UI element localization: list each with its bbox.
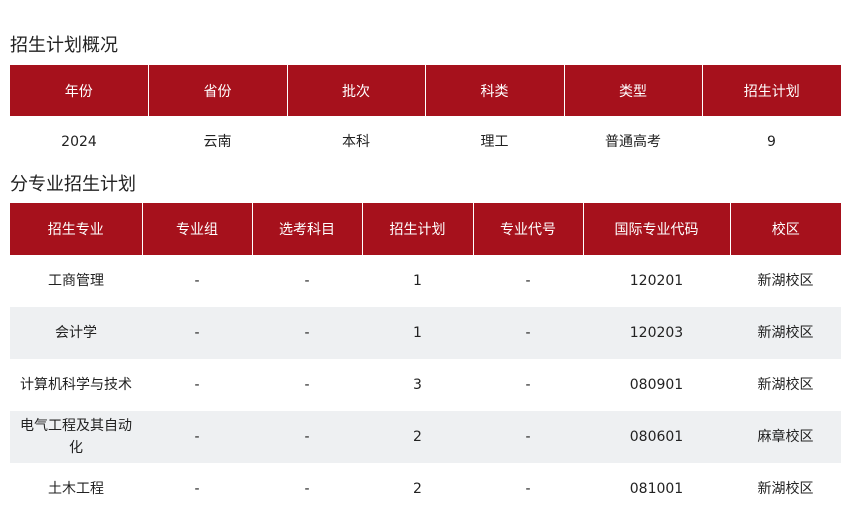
cell-intl-code: 080601: [583, 411, 730, 463]
table-row: 2024 云南 本科 理工 普通高考 9: [10, 116, 841, 167]
cell-plan: 1: [413, 273, 422, 289]
cell-campus: 麻章校区: [730, 411, 841, 463]
header-type: 类型: [564, 65, 703, 116]
cell-campus: 新湖校区: [757, 273, 814, 289]
cell-major-code: -: [525, 273, 531, 289]
cell-subjects: -: [252, 307, 362, 359]
cell-subjects: -: [304, 481, 310, 497]
cell-intl-code: 080901: [629, 377, 684, 393]
cell-category: 理工: [480, 133, 509, 150]
cell-major: 会计学: [10, 307, 142, 359]
header-category: 科类: [425, 65, 565, 116]
cell-major-code: -: [525, 481, 531, 497]
cell-major-code: -: [473, 307, 583, 359]
header-major-group: 专业组: [142, 203, 253, 255]
cell-intl-code: 120203: [583, 307, 730, 359]
cell-major: 土木工程: [48, 481, 104, 497]
majors-table: 招生专业 专业组 选考科目 招生计划 专业代号 国际专业代码 校区 工商管理 -…: [10, 203, 841, 514]
header-plan: 招生计划: [362, 203, 474, 255]
cell-major: 工商管理: [48, 273, 104, 289]
cell-batch: 本科: [342, 133, 370, 150]
table-row: 会计学 - - 1 - 120203 新湖校区: [10, 307, 841, 359]
header-subjects: 选考科目: [252, 203, 363, 255]
cell-campus: 新湖校区: [730, 307, 841, 359]
header-major-code: 专业代号: [473, 203, 584, 255]
cell-major-group: -: [194, 273, 200, 289]
cell-intl-code: 120201: [629, 273, 684, 289]
cell-plan: 9: [767, 133, 776, 150]
cell-type: 普通高考: [605, 133, 661, 150]
cell-subjects: -: [252, 411, 362, 463]
table-row: 计算机科学与技术 - - 3 - 080901 新湖校区: [10, 359, 841, 411]
cell-campus: 新湖校区: [757, 377, 814, 393]
cell-major-group: -: [142, 411, 252, 463]
table-row: 土木工程 - - 2 - 081001 新湖校区: [10, 463, 841, 514]
cell-province: 云南: [203, 133, 232, 150]
majors-section-title: 分专业招生计划: [10, 174, 136, 195]
table-row: 电气工程及其自动化 - - 2 - 080601 麻章校区: [10, 411, 841, 463]
cell-plan: 3: [413, 377, 422, 393]
overview-header-row: 年份 省份 批次 科类 类型 招生计划: [10, 65, 841, 116]
header-intl-code: 国际专业代码: [583, 203, 731, 255]
cell-major-code: -: [525, 377, 531, 393]
header-major: 招生专业: [10, 203, 143, 255]
overview-table: 年份 省份 批次 科类 类型 招生计划 2024 云南 本科 理工 普通高考 9: [10, 65, 841, 167]
cell-intl-code: 081001: [629, 481, 684, 497]
cell-campus: 新湖校区: [757, 481, 814, 497]
cell-major: 计算机科学与技术: [20, 377, 132, 393]
header-batch: 批次: [287, 65, 426, 116]
cell-major: 电气工程及其自动化: [10, 411, 142, 463]
cell-major-code: -: [473, 411, 583, 463]
header-year: 年份: [10, 65, 149, 116]
cell-subjects: -: [304, 273, 310, 289]
cell-major-group: -: [194, 481, 200, 497]
cell-year: 2024: [61, 133, 97, 150]
cell-plan: 2: [362, 411, 473, 463]
header-plan: 招生计划: [702, 65, 841, 116]
cell-major-group: -: [194, 377, 200, 393]
table-row: 工商管理 - - 1 - 120201 新湖校区: [10, 255, 841, 307]
overview-section-title: 招生计划概况: [10, 35, 118, 56]
header-campus: 校区: [730, 203, 841, 255]
cell-subjects: -: [304, 377, 310, 393]
header-province: 省份: [148, 65, 288, 116]
cell-major-group: -: [142, 307, 252, 359]
majors-header-row: 招生专业 专业组 选考科目 招生计划 专业代号 国际专业代码 校区: [10, 203, 841, 255]
cell-plan: 1: [362, 307, 473, 359]
cell-plan: 2: [413, 481, 422, 497]
